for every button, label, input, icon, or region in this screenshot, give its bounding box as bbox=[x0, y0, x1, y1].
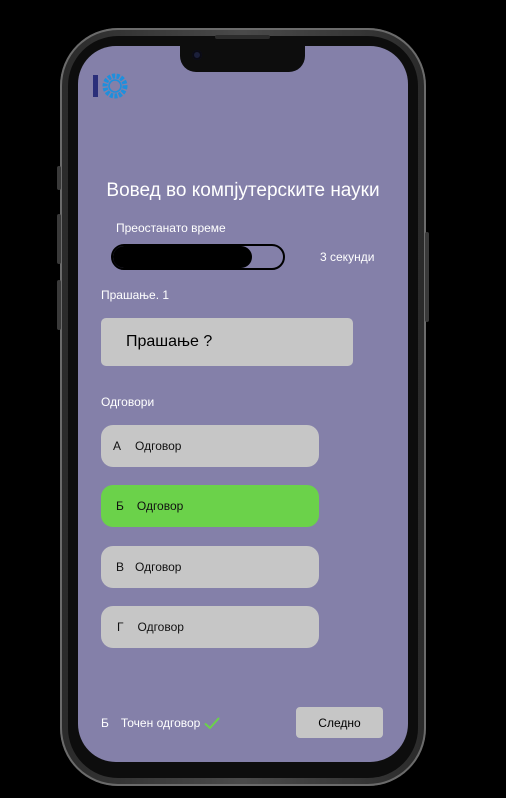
correct-answer-indicator: Б Точен одговор bbox=[101, 716, 220, 730]
answer-option-a[interactable]: А Одговор bbox=[101, 425, 319, 467]
speaker bbox=[215, 35, 270, 39]
time-progress-bar bbox=[111, 244, 285, 270]
camera bbox=[192, 50, 202, 60]
correct-answer-letter: Б bbox=[101, 716, 109, 730]
correct-answer-label: Точен одговор bbox=[120, 716, 201, 730]
answer-text: Одговор bbox=[136, 499, 184, 513]
mute-switch bbox=[57, 166, 61, 190]
power-button bbox=[425, 232, 429, 322]
answers-label: Одговори bbox=[101, 395, 155, 409]
time-progress-fill bbox=[113, 246, 253, 268]
app-logo bbox=[93, 73, 128, 99]
answer-letter: Г bbox=[117, 620, 124, 634]
time-remaining: 3 секунди bbox=[320, 250, 375, 264]
volume-down-button bbox=[57, 280, 61, 330]
question-box: Прашање ? bbox=[101, 318, 353, 366]
question-number: Прашање. 1 bbox=[101, 288, 170, 302]
check-icon bbox=[204, 717, 220, 729]
answer-letter: А bbox=[113, 439, 122, 453]
question-text: Прашање ? bbox=[126, 333, 213, 350]
answer-letter: Б bbox=[116, 499, 124, 513]
volume-up-button bbox=[57, 214, 61, 264]
answer-letter: В bbox=[116, 560, 125, 574]
answer-option-b[interactable]: Б Одговор bbox=[101, 485, 319, 527]
next-button[interactable]: Следно bbox=[296, 707, 383, 738]
answer-option-g[interactable]: Г Одговор bbox=[101, 606, 319, 648]
timer-label: Преостанато време bbox=[116, 221, 226, 235]
answer-text: Одговор bbox=[137, 620, 184, 634]
answer-option-v[interactable]: В Одговор bbox=[101, 546, 319, 588]
answer-text: Одговор bbox=[135, 439, 182, 453]
answer-text: Одговор bbox=[135, 560, 182, 574]
course-title: Вовед во компјутерските науки bbox=[106, 180, 380, 201]
